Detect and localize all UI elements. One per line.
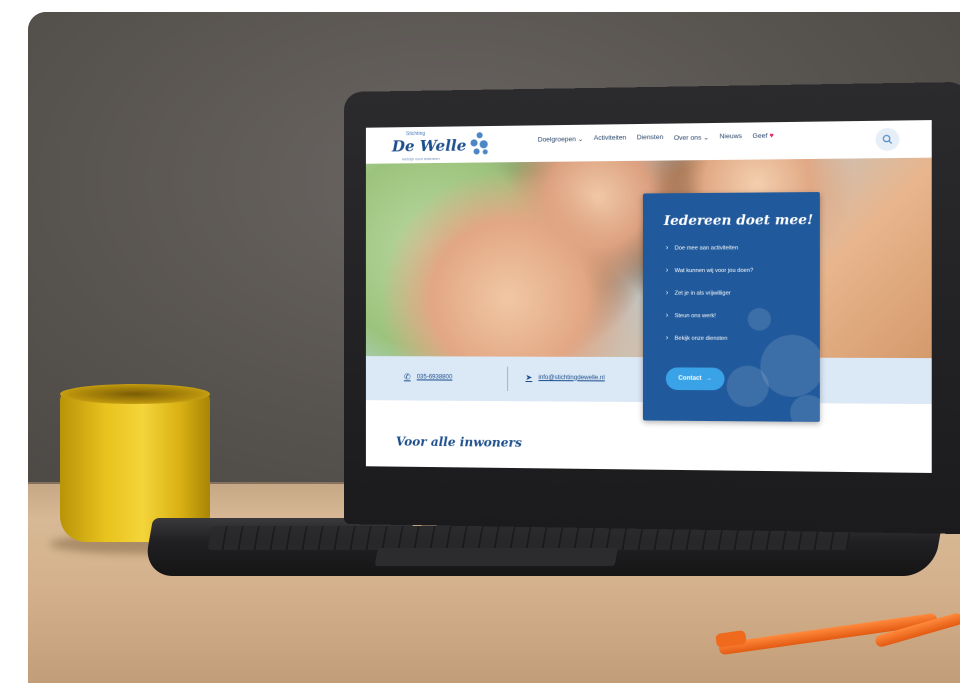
card-link-label: Steun ons werk! — [674, 312, 716, 319]
contact-phone[interactable]: ✆ 035-6938800 — [404, 372, 452, 381]
trackpad — [374, 548, 618, 566]
contact-button[interactable]: Contact → — [665, 367, 725, 391]
logo-dots-icon — [468, 132, 490, 157]
card-link-activiteiten[interactable]: › Doe mee aan activiteiten — [665, 244, 754, 252]
email-address: info@stichtingdewelle.nl — [538, 374, 605, 381]
mug-rim — [60, 384, 210, 404]
nav-item-over-ons[interactable]: Over ons ⌄ — [674, 133, 709, 142]
chevron-right-icon: › — [665, 334, 669, 342]
card-link-vrijwilliger[interactable]: › Zet je in als vrijwilliger — [665, 289, 754, 297]
nav-item-activiteiten[interactable]: Activiteiten — [594, 134, 627, 143]
chevron-right-icon: › — [665, 244, 669, 252]
decor-bubble — [726, 365, 769, 408]
card-link-hulp[interactable]: › Wat kunnen wij voor jou doen? — [666, 267, 754, 274]
laptop-screen-bezel: Stichting De Welle welzijn voor iedereen… — [344, 81, 960, 535]
card-link-diensten[interactable]: › Bekijk onze diensten — [666, 335, 754, 342]
nav-item-geef[interactable]: Geef ♥ — [753, 133, 774, 142]
logo-name: De Welle — [391, 136, 467, 156]
site-logo[interactable]: Stichting De Welle welzijn voor iedereen — [391, 130, 488, 162]
heart-icon: ♥ — [769, 132, 774, 140]
send-icon: ➤ — [525, 372, 533, 383]
cta-card: Iedereen doet mee! › Doe mee aan activite… — [642, 191, 820, 422]
chevron-down-icon: ⌄ — [577, 135, 584, 144]
chevron-right-icon: › — [665, 289, 669, 297]
card-link-steun[interactable]: › Steun ons werk! — [666, 312, 754, 319]
card-title: Iedereen doet mee! — [663, 212, 814, 230]
card-link-label: Wat kunnen wij voor jou doen? — [674, 267, 754, 274]
logo-subtitle: welzijn voor iedereen — [401, 155, 440, 162]
nav-label: Geef — [752, 132, 768, 141]
section-title: Voor alle inwoners — [395, 434, 522, 450]
chevron-right-icon: › — [665, 267, 669, 275]
phone-number: 035-6938800 — [416, 373, 453, 381]
nav-item-doelgroepen[interactable]: Doelgroepen ⌄ — [538, 135, 584, 144]
search-button[interactable] — [875, 127, 900, 151]
nav-label: Over ons — [673, 134, 702, 142]
card-link-label: Zet je in als vrijwilliger — [674, 289, 731, 297]
main-nav: Doelgroepen ⌄ Activiteiten Diensten Over… — [538, 133, 774, 144]
search-icon — [882, 134, 893, 145]
decor-bubble — [760, 334, 820, 398]
phone-icon: ✆ — [403, 372, 411, 382]
decor-bubble — [790, 394, 820, 422]
card-link-label: Bekijk onze diensten — [674, 335, 728, 342]
contact-divider — [507, 366, 509, 392]
laptop-screen: Stichting De Welle welzijn voor iedereen… — [365, 120, 932, 473]
chevron-down-icon: ⌄ — [703, 134, 710, 142]
nav-item-nieuws[interactable]: Nieuws — [720, 133, 742, 142]
photo-frame: Stichting De Welle welzijn voor iedereen… — [28, 12, 960, 683]
nav-item-diensten[interactable]: Diensten — [637, 134, 664, 143]
contact-button-label: Contact — [678, 375, 702, 382]
contact-email[interactable]: ➤ info@stichtingdewelle.nl — [525, 373, 604, 383]
card-list: › Doe mee aan activiteiten › Wat kunnen wi… — [666, 244, 754, 357]
chevron-right-icon: › — [665, 312, 669, 320]
arrow-right-icon: → — [705, 375, 713, 382]
nav-label: Doelgroepen — [537, 136, 576, 144]
card-link-label: Doe mee aan activiteiten — [674, 244, 739, 252]
